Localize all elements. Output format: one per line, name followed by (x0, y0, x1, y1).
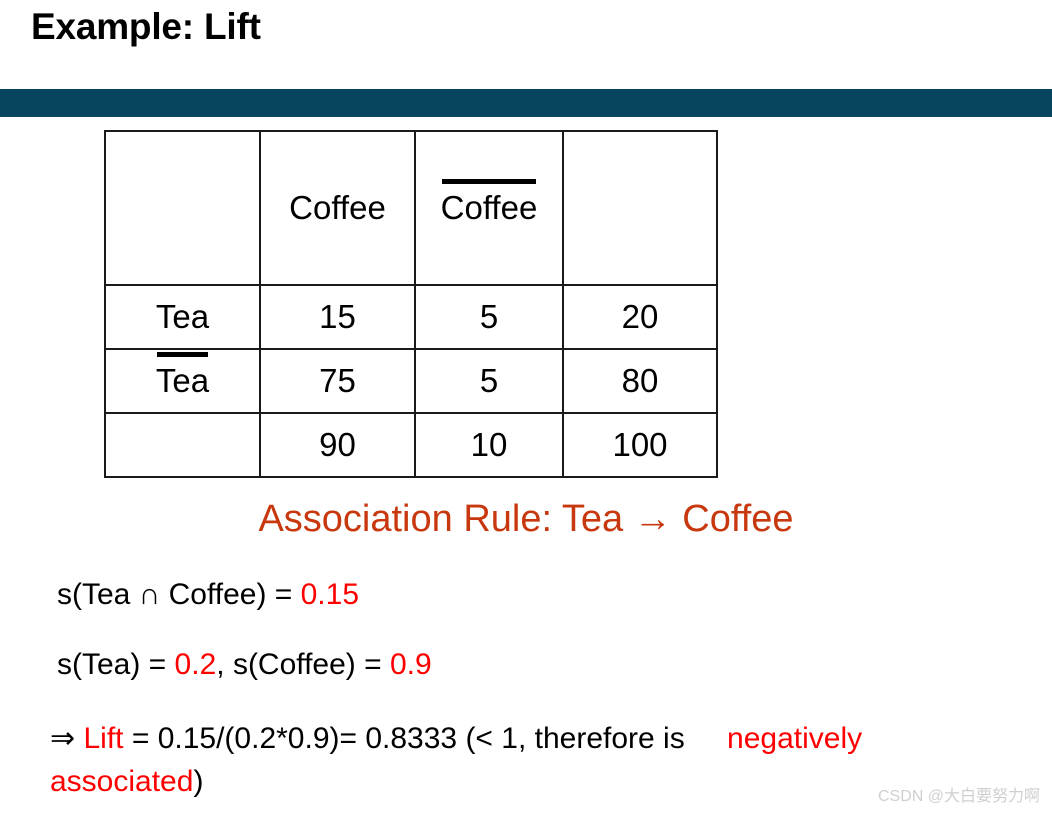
table-row: Tea 15 5 20 (104, 284, 718, 350)
row-label-text: Tea (155, 352, 210, 399)
row-label-tea: Tea (104, 284, 261, 350)
implies-icon: ⇒ (50, 722, 84, 755)
header-cell-corner (104, 130, 261, 286)
formula-individual-supports: s(Tea) = 0.2, s(Coffee) = 0.9 (57, 648, 432, 682)
header-cell-coffee: Coffee (259, 130, 416, 286)
cell-not-tea-total: 80 (562, 348, 718, 414)
formula-lift-expression: = 0.15/(0.2*0.9)= 0.8333 (< 1, therefore… (123, 722, 694, 755)
table-row: 90 10 100 (104, 412, 718, 478)
formula-support-intersection: s(Tea ∩ Coffee) = 0.15 (57, 578, 359, 612)
title-accent-bar (0, 89, 1052, 117)
header-label-not-coffee: Coffee (440, 179, 538, 226)
cell-total-not-coffee: 10 (414, 412, 564, 478)
row-label-not-tea: Tea (104, 348, 261, 414)
formula-support-tea-value: 0.2 (174, 648, 217, 681)
page-title: Example: Lift (31, 6, 261, 47)
formula-support-tea-label: s(Tea) = (57, 648, 175, 681)
cell-tea-coffee: 15 (259, 284, 416, 350)
table-row: Tea 75 5 80 (104, 348, 718, 414)
header-cell-not-coffee: Coffee (414, 130, 564, 286)
row-label-totals (104, 412, 261, 478)
cell-total-coffee: 90 (259, 412, 416, 478)
formula-lift-closing-paren: ) (193, 764, 204, 798)
formula-support-intersection-value: 0.15 (300, 578, 360, 611)
formula-supports-separator: , (216, 648, 233, 681)
formula-support-coffee-value: 0.9 (389, 648, 432, 681)
row-label-text: Tea (155, 298, 210, 335)
contingency-table: Coffee Coffee Tea 15 5 20 Tea 75 5 80 90… (104, 130, 718, 478)
cell-tea-not-coffee: 5 (414, 284, 564, 350)
cell-grand-total: 100 (562, 412, 718, 478)
header-label-coffee: Coffee (289, 189, 386, 226)
cell-not-tea-not-coffee: 5 (414, 348, 564, 414)
formula-lift-name: Lift (83, 722, 124, 755)
table-header-row: Coffee Coffee (104, 130, 718, 286)
watermark: CSDN @大白要努力啊 (877, 788, 1040, 805)
cell-not-tea-coffee: 75 (259, 348, 416, 414)
formula-lift-conclusion: ⇒ Lift = 0.15/(0.2*0.9)= 0.8333 (< 1, th… (50, 718, 1010, 803)
header-cell-total (562, 130, 718, 286)
formula-support-coffee-label: s(Coffee) = (232, 648, 390, 681)
cell-tea-total: 20 (562, 284, 718, 350)
association-rule-text: Association Rule: Tea → Coffee (258, 498, 794, 540)
formula-support-intersection-label: s(Tea ∩ Coffee) = (57, 578, 301, 611)
